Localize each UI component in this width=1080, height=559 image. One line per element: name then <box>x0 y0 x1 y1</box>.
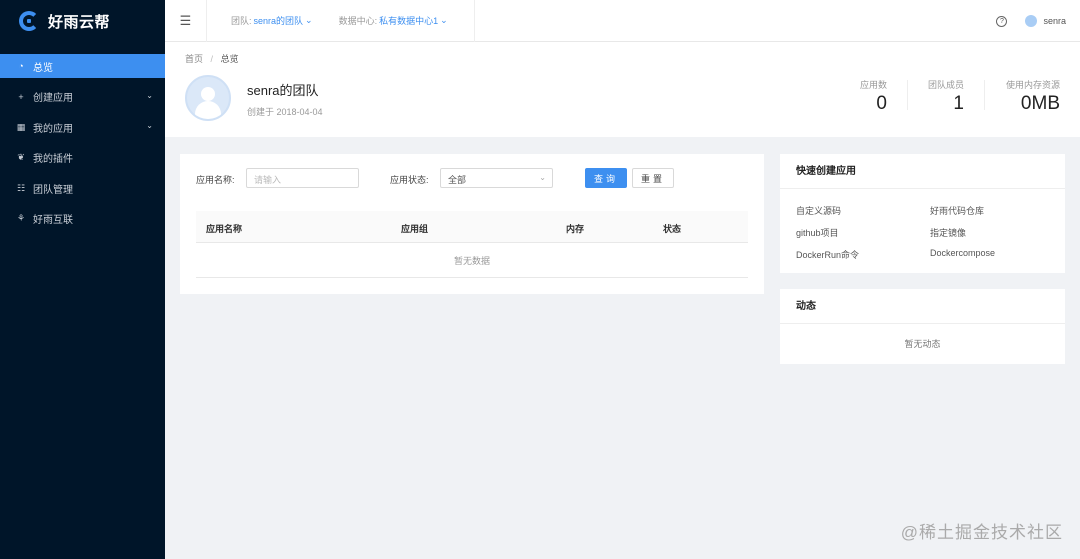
quick-create-card: 快速创建应用 自定义源码 好雨代码仓库 github项目 指定镜像 Docker… <box>780 154 1065 273</box>
sidebar-item-overview[interactable]: ◔ 总览 <box>0 54 165 78</box>
datacenter-label: 数据中心: <box>338 16 378 26</box>
chevron-down-icon: ⌄ <box>146 121 153 130</box>
quick-link-custom-source[interactable]: 自定义源码 <box>796 204 841 217</box>
chevron-down-icon: ⌄ <box>539 173 546 182</box>
help-icon[interactable]: ? <box>996 15 1008 27</box>
sidebar-item-label: 我的应用 <box>33 123 73 135</box>
stat-label: 团队成员 <box>927 80 964 90</box>
column-header: 应用名称 <box>206 224 243 234</box>
grid-icon: ▦ <box>16 121 26 132</box>
chevron-down-icon: ⌄ <box>305 15 313 25</box>
card-title: 快速创建应用 <box>780 154 1065 189</box>
card-title: 动态 <box>780 289 1065 324</box>
column-header: 内存 <box>566 224 585 234</box>
app-list-card: 应用名称: 请输入 应用状态: 全部 ⌄ 查询 重置 应用名称 应用组 内存 状… <box>180 154 764 294</box>
breadcrumb-home[interactable]: 首页 <box>185 54 203 64</box>
breadcrumb-separator: / <box>210 54 214 64</box>
sidebar-item-goodrain-interconnect[interactable]: ⚘ 好雨互联 <box>0 207 165 231</box>
stat-divider <box>984 80 985 110</box>
team-selector[interactable]: 团队: senra的团队 ⌄ <box>231 14 313 27</box>
page-header: 首页 / 总览 senra的团队 创建于 2018-04-04 应用数 0 团队… <box>165 42 1080 137</box>
app-status-label: 应用状态: <box>390 175 429 185</box>
stat-value: 0 <box>876 93 887 114</box>
stat-memory-usage: 使用内存资源 0MB <box>1006 78 1060 115</box>
app-logo[interactable]: 好雨云帮 <box>0 0 165 42</box>
query-button[interactable]: 查询 <box>585 168 627 188</box>
app-name: 好雨云帮 <box>48 13 111 31</box>
app-status-select[interactable]: 全部 ⌄ <box>440 168 553 188</box>
logo-icon <box>19 11 39 31</box>
plugin-icon: ❦ <box>17 152 25 162</box>
reset-button[interactable]: 重置 <box>632 168 674 188</box>
chevron-down-icon: ⌄ <box>146 90 153 100</box>
activity-empty-state: 暂无动态 <box>904 339 941 349</box>
app-status-value: 全部 <box>448 175 467 185</box>
stat-value: 0MB <box>1020 93 1060 114</box>
quick-link-goodrain-repo[interactable]: 好雨代码仓库 <box>930 204 984 217</box>
watermark: @稀土掘金技术社区 <box>900 523 1063 542</box>
breadcrumb-current: 总览 <box>220 54 239 64</box>
breadcrumb: 首页 / 总览 <box>185 52 239 65</box>
stat-team-members: 团队成员 1 <box>928 78 964 115</box>
team-value: senra的团队 <box>253 16 304 26</box>
quick-link-github[interactable]: github项目 <box>796 226 839 239</box>
activity-card: 动态 暂无动态 <box>780 289 1065 364</box>
quick-link-image[interactable]: 指定镜像 <box>930 226 966 239</box>
stat-label: 使用内存资源 <box>1005 80 1060 90</box>
chevron-down-icon: ⌄ <box>440 15 448 25</box>
sidebar-item-label: 好雨互联 <box>33 215 73 226</box>
link-icon: ⚘ <box>16 213 26 223</box>
plus-icon: + <box>18 91 24 102</box>
sidebar-item-team-management[interactable]: ☷ 团队管理 <box>0 176 165 200</box>
sidebar: 好雨云帮 ◔ 总览 + 创建应用 ⌄ ▦ 我的应用 ⌄ ❦ 我的插件 ☷ 团队管… <box>0 0 165 559</box>
table-header: 应用名称 应用组 内存 状态 <box>196 211 748 243</box>
page-title: senra的团队 <box>247 83 319 98</box>
team-created-date: 创建于 2018-04-04 <box>247 107 323 117</box>
sidebar-item-my-apps[interactable]: ▦ 我的应用 ⌄ <box>0 115 165 139</box>
team-avatar <box>185 75 231 121</box>
username[interactable]: senra <box>1043 16 1066 26</box>
avatar[interactable] <box>1025 15 1038 27</box>
team-label: 团队: <box>231 16 252 26</box>
top-header: ☰ 团队: senra的团队 ⌄ 数据中心: 私有数据中心1 ⌄ ? senra <box>165 0 1080 42</box>
datacenter-value: 私有数据中心1 <box>379 16 439 26</box>
sidebar-item-my-plugins[interactable]: ❦ 我的插件 <box>0 146 165 170</box>
dashboard-icon: ◔ <box>18 61 24 71</box>
sidebar-menu: ◔ 总览 + 创建应用 ⌄ ▦ 我的应用 ⌄ ❦ 我的插件 ☷ 团队管理 ⚘ 好… <box>0 54 165 231</box>
menu-fold-icon[interactable]: ☰ <box>165 0 207 42</box>
datacenter-selector[interactable]: 数据中心: 私有数据中心1 ⌄ <box>339 14 448 27</box>
table-empty-state: 暂无数据 <box>196 244 748 278</box>
header-right: ? senra <box>996 0 1066 42</box>
stat-label: 应用数 <box>859 80 887 90</box>
sidebar-item-label: 总览 <box>33 62 53 74</box>
header-divider <box>474 0 475 42</box>
sidebar-item-label: 我的插件 <box>33 154 73 165</box>
quick-link-dockercompose[interactable]: Dockercompose <box>930 248 995 258</box>
app-name-input[interactable]: 请输入 <box>246 168 359 188</box>
stat-divider <box>907 80 908 110</box>
stat-app-count: 应用数 0 <box>860 78 887 115</box>
sidebar-item-create-app[interactable]: + 创建应用 ⌄ <box>0 85 165 109</box>
sidebar-item-label: 创建应用 <box>33 93 73 104</box>
quick-link-dockerrun[interactable]: DockerRun命令 <box>796 248 859 261</box>
column-header: 应用组 <box>401 224 429 234</box>
stat-value: 1 <box>953 93 964 114</box>
sidebar-item-label: 团队管理 <box>33 184 73 196</box>
column-header: 状态 <box>663 224 682 234</box>
app-name-label: 应用名称: <box>196 175 235 185</box>
team-icon: ☷ <box>16 182 26 193</box>
